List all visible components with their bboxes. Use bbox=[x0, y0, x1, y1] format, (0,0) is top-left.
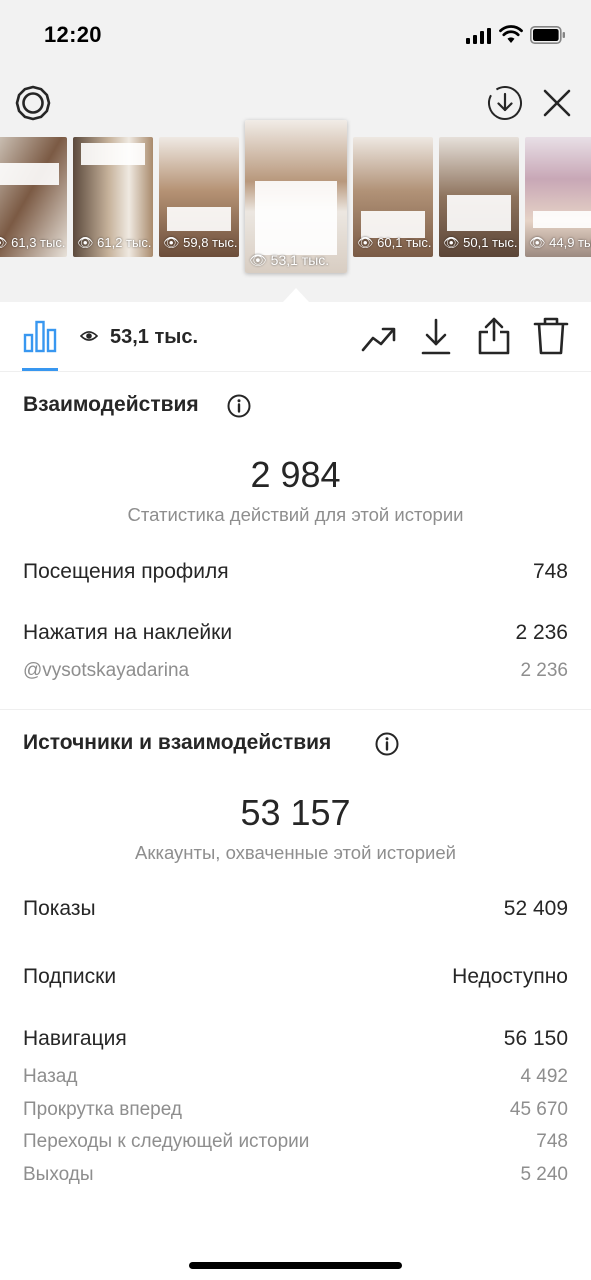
story-views: 60,1 тыс. bbox=[377, 235, 432, 250]
story-text-card bbox=[255, 181, 337, 255]
cellular-signal-icon bbox=[466, 28, 491, 44]
discovery-title: Источники и взаимодействия bbox=[23, 731, 332, 754]
stat-row-navigation: Навигация 56 150 bbox=[23, 1027, 568, 1057]
active-story-pointer bbox=[283, 288, 309, 302]
stat-row-profile-visits: Посещения профиля 748 bbox=[23, 560, 568, 590]
story-thumbnail[interactable]: 👁 59,8 тыс. bbox=[159, 137, 239, 257]
story-thumbnail[interactable]: 👁 60,1 тыс. bbox=[353, 137, 433, 257]
wifi-icon bbox=[499, 25, 523, 43]
story-thumbnail[interactable]: 👁 61,2 тыс. bbox=[73, 137, 153, 257]
reach-caption: Аккаунты, охваченные этой историей bbox=[135, 842, 456, 863]
story-view-count: 53,1 тыс. bbox=[110, 326, 199, 348]
stat-label: Выходы bbox=[23, 1164, 94, 1185]
info-icon[interactable] bbox=[375, 732, 399, 756]
close-icon[interactable] bbox=[541, 87, 573, 119]
battery-icon bbox=[530, 26, 565, 44]
story-text-card bbox=[533, 211, 591, 229]
stat-value: Недоступно bbox=[452, 965, 568, 988]
story-views: 50,1 тыс. bbox=[463, 235, 518, 250]
story-views-badge: 👁 59,8 тыс. bbox=[163, 235, 238, 250]
download-icon[interactable] bbox=[421, 318, 451, 356]
stat-subrow-mention-sticker: @vysotskayadarina 2 236 bbox=[23, 660, 568, 690]
story-views-badge: 👁 44,9 тыс. bbox=[529, 235, 591, 251]
stat-subrow-forward: Прокрутка вперед 45 670 bbox=[23, 1099, 568, 1129]
stat-row-follows: Подписки Недоступно bbox=[23, 965, 568, 995]
active-tab-indicator bbox=[22, 368, 58, 371]
story-thumbnail[interactable]: 👁 61,3 тыс. bbox=[0, 137, 67, 257]
story-views-badge: 👁 60,1 тыс. bbox=[357, 235, 432, 250]
stat-value: 56 150 bbox=[503, 1027, 568, 1050]
stat-value: 52 409 bbox=[503, 897, 568, 920]
story-views: 61,2 тыс. bbox=[97, 235, 152, 250]
stat-label: @vysotskayadarina bbox=[23, 660, 190, 681]
stat-value: 4 492 bbox=[520, 1066, 568, 1087]
stat-row-sticker-taps: Нажатия на наклейки 2 236 bbox=[23, 621, 568, 651]
stat-value: 5 240 bbox=[520, 1164, 568, 1185]
stat-label: Посещения профиля bbox=[23, 560, 229, 583]
stat-label: Показы bbox=[23, 897, 96, 920]
story-text-card bbox=[0, 163, 59, 185]
trending-icon[interactable] bbox=[361, 322, 397, 356]
info-icon[interactable] bbox=[227, 394, 251, 418]
story-text-card bbox=[81, 143, 145, 165]
story-views-badge: 👁 53,1 тыс. bbox=[249, 252, 330, 268]
eye-icon bbox=[80, 331, 98, 341]
stat-row-impressions: Показы 52 409 bbox=[23, 897, 568, 927]
section-divider bbox=[0, 709, 591, 710]
status-bar: 12:20 bbox=[0, 0, 591, 70]
stat-label: Нажатия на наклейки bbox=[23, 621, 233, 644]
stat-label: Навигация bbox=[23, 1027, 127, 1050]
interactions-title: Взаимодействия bbox=[23, 393, 199, 416]
interactions-total: 2 984 bbox=[250, 454, 341, 495]
story-thumbnail[interactable]: 👁 50,1 тыс. bbox=[439, 137, 519, 257]
trash-icon[interactable] bbox=[533, 316, 569, 356]
story-views-badge: 👁 61,3 тыс. bbox=[0, 235, 65, 251]
stat-value: 748 bbox=[536, 1131, 568, 1152]
stat-label: Подписки bbox=[23, 965, 117, 988]
save-story-icon[interactable] bbox=[487, 85, 523, 121]
stat-label: Прокрутка вперед bbox=[23, 1099, 182, 1120]
stat-value: 2 236 bbox=[515, 621, 568, 644]
stat-label: Назад bbox=[23, 1066, 78, 1087]
stat-value: 748 bbox=[532, 560, 568, 583]
insights-tab-bar: 53,1 тыс. bbox=[0, 302, 591, 372]
story-thumbnail[interactable]: 👁 44,9 тыс. bbox=[525, 137, 591, 257]
share-icon[interactable] bbox=[477, 316, 511, 356]
stat-subrow-back: Назад 4 492 bbox=[23, 1066, 568, 1096]
interactions-caption: Статистика действий для этой истории bbox=[127, 504, 464, 525]
story-thumbnail-active[interactable]: 👁 53,1 тыс. bbox=[245, 120, 347, 273]
story-views: 61,3 тыс. bbox=[11, 235, 66, 250]
home-indicator[interactable] bbox=[189, 1262, 402, 1269]
reach-total: 53 157 bbox=[240, 792, 351, 833]
settings-gear-icon[interactable] bbox=[15, 85, 51, 121]
stat-subrow-exits: Выходы 5 240 bbox=[23, 1164, 568, 1194]
story-views: 59,8 тыс. bbox=[183, 235, 238, 250]
story-views: 53,1 тыс. bbox=[270, 252, 330, 268]
stat-label: Переходы к следующей истории bbox=[23, 1131, 310, 1152]
stat-subrow-next-story: Переходы к следующей истории 748 bbox=[23, 1131, 568, 1161]
story-views-badge: 👁 61,2 тыс. bbox=[77, 235, 152, 250]
status-time: 12:20 bbox=[44, 22, 102, 47]
story-views: 44,9 тыс. bbox=[549, 235, 591, 250]
stat-value: 2 236 bbox=[520, 660, 568, 681]
story-text-card bbox=[361, 211, 425, 238]
stat-value: 45 670 bbox=[509, 1099, 568, 1120]
story-text-card bbox=[447, 194, 511, 231]
story-views-badge: 👁 50,1 тыс. bbox=[443, 235, 518, 250]
story-text-card bbox=[167, 206, 231, 231]
bar-chart-icon[interactable] bbox=[22, 318, 58, 354]
